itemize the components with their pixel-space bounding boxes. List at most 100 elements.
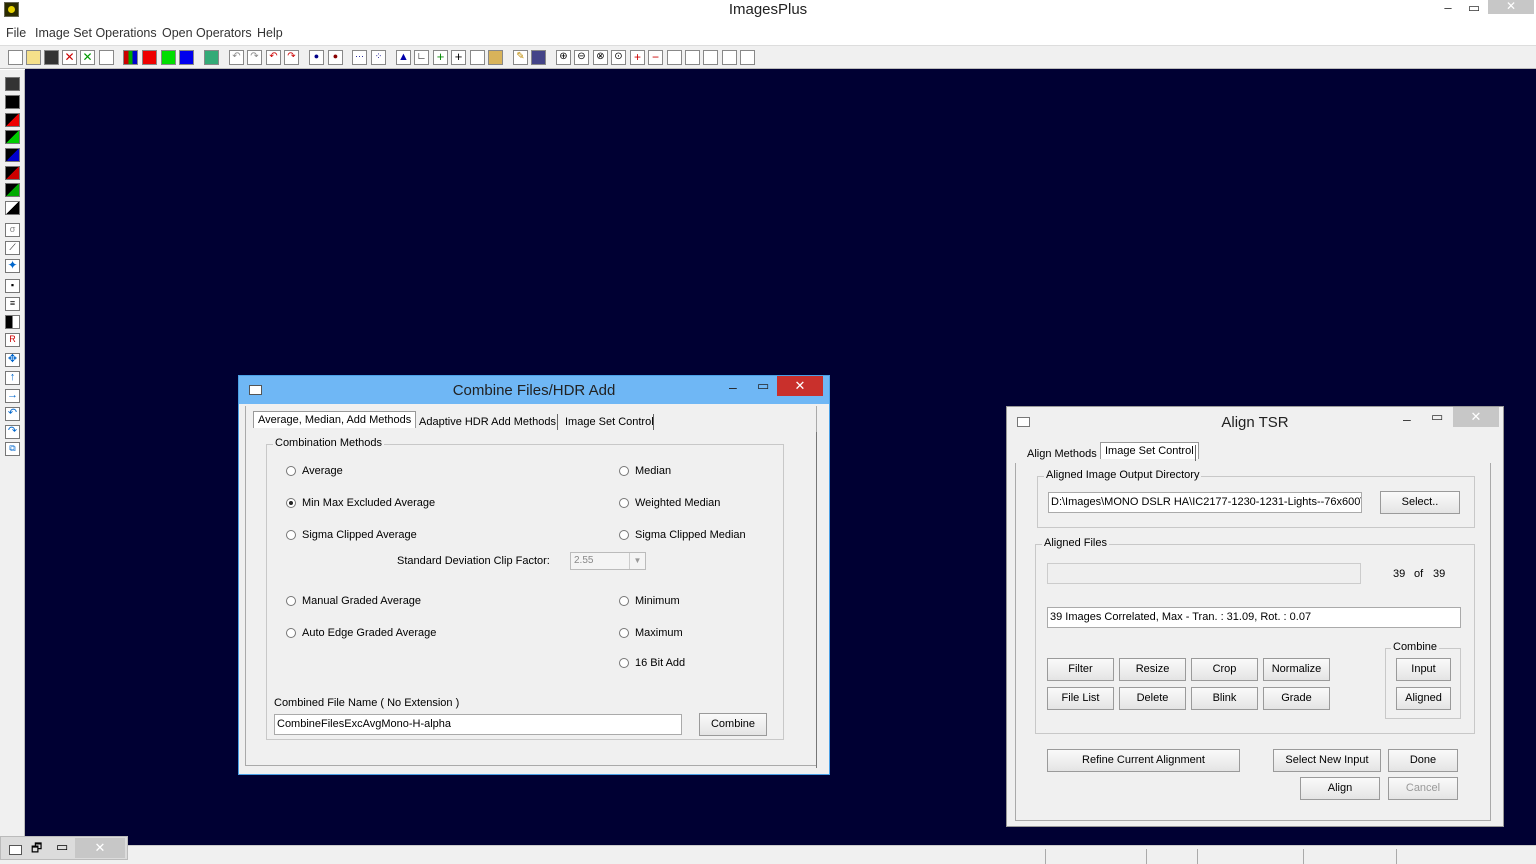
zoom-in-icon[interactable]: ⊕ [556,50,571,65]
palette-icon[interactable] [488,50,503,65]
delete-button[interactable]: Delete [1119,687,1186,710]
menu-file[interactable]: File [6,26,26,40]
rotate-right-icon[interactable]: ↷ [5,425,20,439]
minimized-window[interactable]: 🗗 ▭ ✕ [0,836,128,860]
close-icon[interactable]: ✕ [75,838,125,858]
radio-min-max-excluded-average[interactable] [286,498,296,508]
minimize-icon[interactable]: – [1435,0,1461,18]
frame-min-icon[interactable] [740,50,755,65]
black-icon[interactable] [5,95,20,109]
flip-icon[interactable]: ⧉ [5,442,20,456]
undo-icon[interactable]: ↶ [266,50,281,65]
tab-image-set-control[interactable]: Image Set Control [1100,442,1199,459]
filename-input[interactable]: CombineFilesExcAvgMono-H-alpha [274,714,682,735]
green-channel-icon[interactable] [161,50,176,65]
layer-red-icon[interactable] [5,166,20,180]
blue-channel-icon[interactable] [179,50,194,65]
radio-sigma-clipped-average[interactable] [286,530,296,540]
black-blue-icon[interactable] [5,148,20,162]
radio-minimum[interactable] [619,596,629,606]
arrow-right-icon[interactable]: → [5,389,20,403]
blink-button[interactable]: Blink [1191,687,1258,710]
move-icon[interactable]: ✥ [5,353,20,367]
rotate-left-icon[interactable]: ↶ [5,407,20,421]
minimize-icon[interactable]: – [729,379,737,395]
pencil-icon[interactable]: ✎ [513,50,528,65]
radio-sigma-clipped-median[interactable] [619,530,629,540]
refine-alignment-button[interactable]: Refine Current Alignment [1047,749,1240,772]
select-dir-button[interactable]: Select.. [1380,491,1460,514]
frame-large-icon[interactable] [667,50,682,65]
target-icon[interactable]: ● [328,50,343,65]
dots-icon[interactable]: ··· [352,50,367,65]
maximize-icon[interactable]: ▭ [56,839,68,855]
save-icon[interactable] [44,50,59,65]
close-image-icon[interactable]: ✕ [62,50,77,65]
table-icon[interactable] [531,50,546,65]
filter-button[interactable]: Filter [1047,658,1114,681]
redo-icon[interactable]: ↷ [284,50,299,65]
square-dot-icon[interactable]: ▪ [5,279,20,293]
print-icon[interactable] [99,50,114,65]
stars-icon[interactable]: ⁘ [371,50,386,65]
layer-green-icon[interactable] [5,183,20,197]
tab-average-median[interactable]: Average, Median, Add Methods [253,411,417,428]
expand-red-icon[interactable]: + [630,50,645,65]
curve-icon[interactable]: ⟋ [5,241,20,255]
radio-average[interactable] [286,466,296,476]
maximize-icon[interactable]: ▭ [757,378,769,394]
close-icon[interactable]: ✕ [777,376,823,396]
radio-auto-edge-graded-average[interactable] [286,628,296,638]
shrink-red-icon[interactable]: − [648,50,663,65]
angle-icon[interactable]: ∟ [414,50,429,65]
zoom-actual-icon[interactable]: ⊙ [611,50,626,65]
crop-button[interactable]: Crop [1191,658,1258,681]
zoom-fit-icon[interactable]: ⊗ [593,50,608,65]
crosshair-green-icon[interactable]: + [433,50,448,65]
align-window-titlebar[interactable]: Align TSR – ▭ ✕ [1007,407,1503,437]
radio-weighted-median[interactable] [619,498,629,508]
resize-button[interactable]: Resize [1119,658,1186,681]
tab-align-methods[interactable]: Align Methods [1027,448,1097,460]
radio-16-bit-add[interactable] [619,658,629,668]
restore-icon[interactable]: 🗗 [31,839,42,860]
combine-button[interactable]: Combine [699,713,767,736]
open-folder-icon[interactable] [26,50,41,65]
black-green-icon[interactable] [5,130,20,144]
tab-image-set-control[interactable]: Image Set Control [565,416,654,428]
radio-median[interactable] [619,466,629,476]
new-file-icon[interactable] [8,50,23,65]
red-channel-icon[interactable] [142,50,157,65]
file-list-button[interactable]: File List [1047,687,1114,710]
menu-image-set-operations[interactable]: Image Set Operations [35,26,157,40]
undo-disabled-icon[interactable]: ↶ [229,50,244,65]
menu-open-operators[interactable]: Open Operators [162,26,252,40]
zoom-out-icon[interactable]: ⊖ [574,50,589,65]
close-all-icon[interactable]: ✕ [80,50,95,65]
half-black-icon[interactable] [5,315,20,329]
layer-white-icon[interactable] [5,201,20,215]
done-button[interactable]: Done [1388,749,1458,772]
chevron-down-icon[interactable]: ▼ [629,553,645,569]
maximize-icon[interactable]: ▭ [1461,0,1487,18]
save-side-icon[interactable] [5,77,20,91]
redo-disabled-icon[interactable]: ↷ [247,50,262,65]
output-dir-input[interactable]: D:\Images\MONO DSLR HA\IC2177-1230-1231-… [1048,492,1362,513]
gamma-icon[interactable]: σ [5,223,20,237]
tab-adaptive-hdr[interactable]: Adaptive HDR Add Methods [419,416,556,428]
grade-button[interactable]: Grade [1263,687,1330,710]
menu-help[interactable]: Help [257,26,283,40]
combine-window-titlebar[interactable]: Combine Files/HDR Add – ▭ ✕ [239,376,829,404]
combine-aligned-button[interactable]: Aligned [1396,687,1451,710]
normalize-button[interactable]: Normalize [1263,658,1330,681]
frame-small-icon[interactable] [703,50,718,65]
crosshair-icon[interactable]: + [451,50,466,65]
close-icon[interactable]: ✕ [1488,0,1534,14]
align-button[interactable]: Align [1300,777,1380,800]
frame-tiny-icon[interactable] [722,50,737,65]
minimize-icon[interactable]: – [1403,411,1411,427]
select-circle-icon[interactable]: ● [309,50,324,65]
black-red-icon[interactable] [5,113,20,127]
grid-icon[interactable] [204,50,219,65]
cancel-button[interactable]: Cancel [1388,777,1458,800]
